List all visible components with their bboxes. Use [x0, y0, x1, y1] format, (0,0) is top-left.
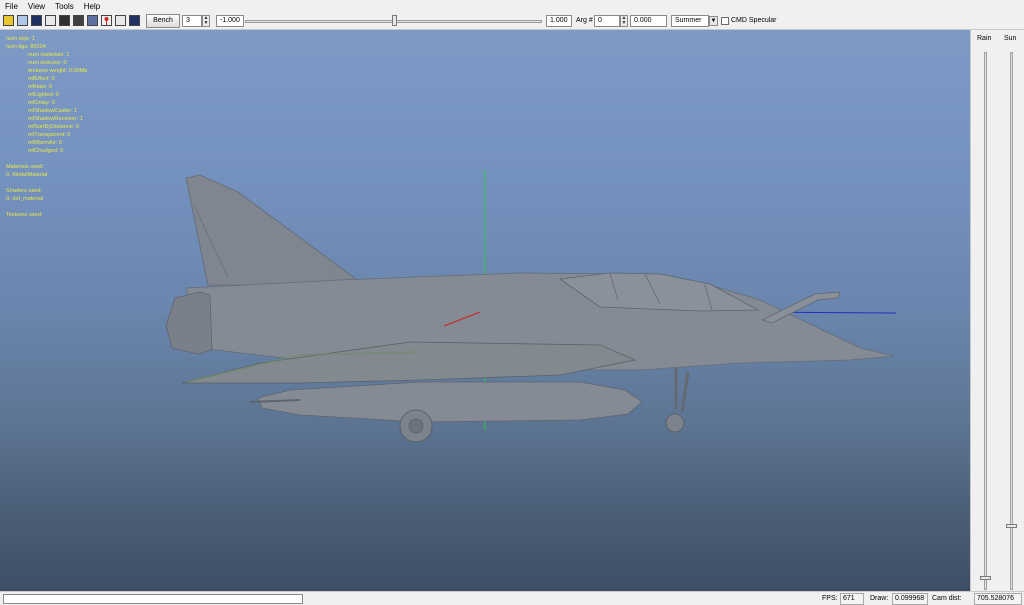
rain-label: Rain — [977, 35, 992, 42]
rain-slider-thumb[interactable] — [980, 576, 991, 580]
stat-line: mfShadowReceiver: 1 — [28, 116, 83, 122]
textures-title: Textures used: — [6, 212, 43, 218]
arg-slider-thumb[interactable] — [392, 15, 397, 26]
arg-label: Arg # — [576, 17, 593, 24]
stat-line: mfEffect: 0 — [28, 76, 55, 82]
range-min-field[interactable]: -1.000 — [216, 15, 244, 27]
stat-line: mfTransparent: 0 — [28, 132, 71, 138]
cam-dist-label: Cam dist: — [932, 595, 962, 602]
stat-line: mfWarmAir: 0 — [28, 140, 62, 146]
grid-icon[interactable] — [73, 15, 84, 26]
stat-line: textures weight: 0.00Mb — [28, 68, 88, 74]
sun-slider-thumb[interactable] — [1006, 524, 1017, 528]
rain-slider-track[interactable] — [984, 52, 987, 590]
season-select[interactable]: Summer — [671, 15, 709, 27]
shader-item: 0. def_material — [6, 196, 44, 202]
sun-slider-track[interactable] — [1010, 52, 1013, 590]
nose-wheel — [665, 413, 685, 433]
stat-line: mfLighted: 0 — [28, 92, 59, 98]
scene-icon[interactable] — [129, 15, 140, 26]
bench-button[interactable]: Bench — [146, 14, 180, 28]
stat-line: num tigs: 80104 — [6, 44, 46, 50]
menu-tools[interactable]: Tools — [50, 0, 79, 13]
aircraft-model — [165, 170, 897, 443]
bench-spinner[interactable]: ▲ ▼ — [202, 15, 210, 27]
menu-file[interactable]: File — [0, 0, 23, 13]
stat-line: mfHalo: 0 — [28, 84, 52, 90]
stats-overlay: num objs: 1 num tigs: 80104 num material… — [6, 35, 87, 219]
sun-label: Sun — [1004, 35, 1017, 42]
weather-panel: Rain Sun — [970, 30, 1024, 591]
cmd-specular-label: CMD Specular — [731, 17, 777, 24]
fps-label: FPS: — [822, 595, 838, 602]
camera-icon[interactable] — [115, 15, 126, 26]
stat-line: mfChudged: 0 — [28, 148, 64, 154]
stat-line: mfShadowCaster: 1 — [28, 108, 78, 114]
skeleton-icon[interactable] — [87, 15, 98, 26]
draw-label: Draw: — [870, 595, 889, 602]
range-max-field[interactable]: 1.000 — [546, 15, 572, 27]
engine-nozzle — [165, 291, 213, 355]
arg-spinner[interactable]: ▲ ▼ — [620, 15, 628, 27]
materials-title: Materials used: — [6, 164, 44, 170]
open-icon[interactable] — [3, 15, 14, 26]
save-icon[interactable] — [17, 15, 28, 26]
viewport-3d[interactable]: num objs: 1 num tigs: 80104 num material… — [0, 30, 970, 591]
menu-bar: File View Tools Help — [0, 0, 1024, 13]
stat-line: mfSortByDistance: 0 — [28, 124, 79, 130]
tail-fin — [185, 174, 362, 286]
stat-line: num textures: 0 — [28, 60, 67, 66]
menu-help[interactable]: Help — [79, 0, 105, 13]
material-item: 0. ModelMaterial — [6, 172, 48, 178]
arg-index-field[interactable]: 0 — [594, 15, 620, 27]
texture-icon[interactable] — [31, 15, 42, 26]
chevron-down-icon[interactable]: ▼ — [709, 16, 718, 26]
render-icon[interactable] — [45, 15, 56, 26]
fps-value: 671 — [840, 593, 864, 605]
shaders-title: Shaders used: — [6, 188, 43, 194]
status-bar: FPS: 671 Draw: 0.099968 Cam dist: 705.52… — [0, 591, 1024, 605]
cmd-specular-checkbox[interactable] — [721, 17, 729, 25]
progress-bar — [3, 594, 303, 604]
stat-line: mfOnlay: 0 — [28, 100, 56, 106]
light-icon[interactable] — [101, 15, 112, 26]
wireframe-icon[interactable] — [59, 15, 70, 26]
menu-view[interactable]: View — [23, 0, 50, 13]
stat-line: num objs: 1 — [6, 36, 35, 42]
draw-value: 0.099968 — [892, 593, 928, 605]
stat-line: num materials: 1 — [28, 52, 70, 58]
drop-tank — [257, 381, 643, 423]
toolbar: Bench 3 ▲ ▼ -1.000 1.000 Arg # 0 ▲ ▼ 0.000… — [0, 13, 1024, 30]
cam-dist-value: 705.528076 — [974, 593, 1022, 605]
arg-float-field[interactable]: 0.000 — [630, 15, 667, 27]
bench-value-field[interactable]: 3 — [182, 15, 202, 27]
